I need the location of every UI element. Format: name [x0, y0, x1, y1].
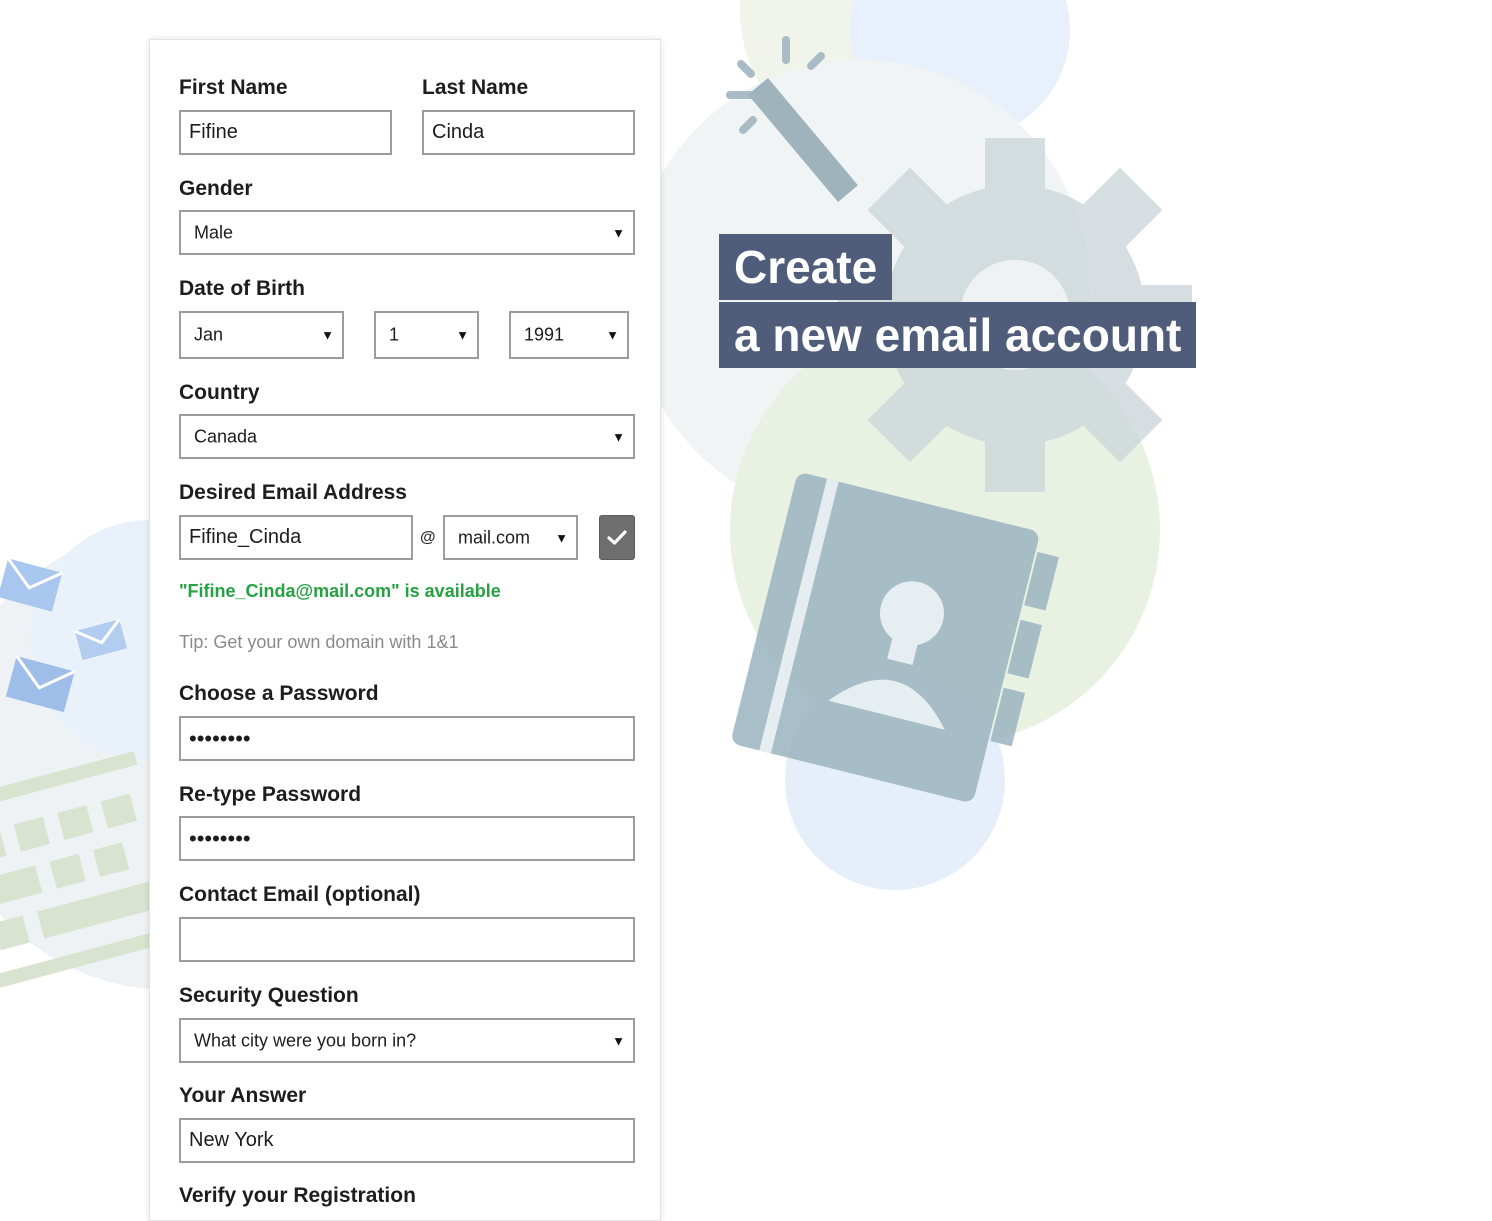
security-question-select[interactable]: What city were you born in? ▼: [179, 1018, 635, 1063]
chevron-down-icon: ▼: [612, 429, 625, 444]
dob-day-select[interactable]: 1 ▼: [374, 311, 479, 359]
last-name-input[interactable]: [422, 110, 635, 155]
retype-password-input[interactable]: ••••••••: [179, 816, 635, 861]
dob-year-select[interactable]: 1991 ▼: [509, 311, 629, 359]
country-select[interactable]: Canada ▼: [179, 414, 635, 459]
chevron-down-icon: ▼: [612, 225, 625, 240]
gender-value: Male: [194, 222, 234, 242]
retype-password-label: Re-type Password: [179, 783, 362, 806]
contact-email-label: Contact Email (optional): [179, 883, 421, 906]
verify-label: Verify your Registration: [179, 1184, 416, 1207]
domain-tip: Tip: Get your own domain with 1&1: [179, 632, 459, 652]
password-input[interactable]: ••••••••: [179, 716, 635, 761]
dob-day-value: 1: [389, 324, 400, 345]
dob-year-value: 1991: [524, 324, 565, 345]
chevron-down-icon: ▼: [321, 327, 334, 343]
email-label: Desired Email Address: [179, 481, 407, 504]
headline-line-1: Create: [719, 234, 893, 300]
security-question-label: Security Question: [179, 984, 359, 1007]
country-label: Country: [179, 381, 260, 404]
registration-form: First Name Last Name Gender Male ▼ Date …: [149, 39, 661, 1221]
gender-label: Gender: [179, 177, 253, 200]
dob-month-value: Jan: [194, 324, 224, 345]
security-question-value: What city were you born in?: [194, 1030, 417, 1050]
last-name-label: Last Name: [422, 76, 529, 99]
password-label: Choose a Password: [179, 682, 379, 705]
dob-label: Date of Birth: [179, 277, 305, 300]
retype-password-value: ••••••••: [189, 826, 251, 851]
answer-label: Your Answer: [179, 1084, 307, 1107]
check-availability-button[interactable]: [599, 515, 635, 560]
email-domain-select[interactable]: mail.com ▼: [443, 515, 578, 560]
contact-email-input[interactable]: [179, 917, 635, 962]
availability-message: "Fifine_Cinda@mail.com" is available: [179, 581, 501, 601]
headline-line-2: a new email account: [719, 302, 1197, 368]
chevron-down-icon: ▼: [456, 327, 469, 343]
first-name-input[interactable]: [179, 110, 392, 155]
dob-month-select[interactable]: Jan ▼: [179, 311, 344, 359]
password-value: ••••••••: [189, 726, 251, 751]
first-name-label: First Name: [179, 76, 288, 99]
chevron-down-icon: ▼: [555, 530, 568, 545]
email-domain-value: mail.com: [458, 527, 531, 547]
gender-select[interactable]: Male ▼: [179, 210, 635, 255]
at-sign: @: [420, 529, 436, 546]
country-value: Canada: [194, 426, 258, 446]
chevron-down-icon: ▼: [612, 1033, 625, 1048]
answer-input[interactable]: [179, 1118, 635, 1163]
checkmark-icon: [607, 529, 627, 545]
chevron-down-icon: ▼: [606, 327, 619, 343]
email-username-input[interactable]: [179, 515, 413, 560]
